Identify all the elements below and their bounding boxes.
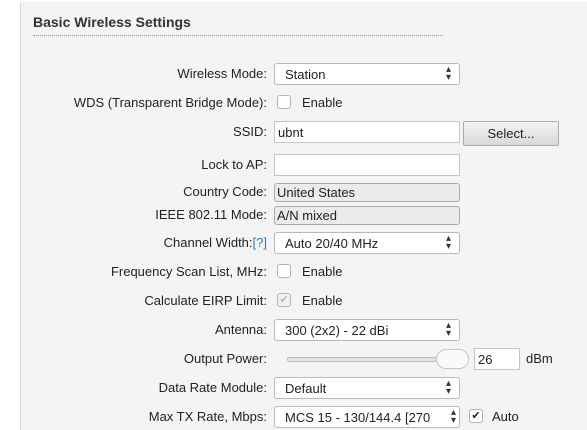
antenna-label: Antenna: [214, 322, 267, 337]
check-icon: ✔ [471, 409, 481, 422]
eirp-checkbox[interactable]: ✔ [277, 293, 291, 307]
antenna-select[interactable]: 300 (2x2) - 22 dBi ▴ ▾ [274, 319, 460, 341]
max-tx-rate-value: MCS 15 - 130/144.4 [270 [285, 410, 431, 425]
output-power-row: Output Power: 26 dBm [21, 348, 587, 370]
ieee-mode-label: IEEE 802.11 Mode: [155, 207, 267, 222]
max-tx-rate-label: Max TX Rate, Mbps: [148, 409, 267, 424]
output-power-slider-handle[interactable] [435, 349, 469, 369]
output-power-input[interactable]: 26 [474, 348, 520, 370]
antenna-row: Antenna: 300 (2x2) - 22 dBi ▴ ▾ [21, 319, 587, 341]
wds-enable-label: Enable [302, 95, 343, 110]
ssid-value: ubnt [278, 125, 304, 140]
channel-width-label-wrap: Channel Width:[?] [164, 235, 267, 250]
channel-width-row: Channel Width:[?] Auto 20/40 MHz ▴ ▾ [21, 232, 587, 254]
ssid-select-button[interactable]: Select... [463, 121, 559, 146]
data-rate-module-row: Data Rate Module: Default ▴ ▾ [21, 377, 587, 399]
channel-width-label: Channel Width: [163, 235, 253, 250]
max-tx-rate-select[interactable]: MCS 15 - 130/144.4 [270 ▴ ▾ [274, 406, 460, 428]
freq-scan-label: Frequency Scan List, MHz: [110, 264, 267, 279]
section-title: Basic Wireless Settings [33, 14, 443, 36]
channel-width-value: Auto 20/40 MHz [285, 236, 379, 251]
wds-label: WDS (Transparent Bridge Mode): [73, 95, 267, 110]
basic-wireless-panel: Basic Wireless Settings Wireless Mode: S… [20, 2, 587, 430]
updown-arrows-icon: ▴ ▾ [445, 64, 451, 83]
country-code-field: United States [274, 183, 460, 202]
eirp-enable-label: Enable [302, 293, 343, 308]
freq-scan-checkbox[interactable] [277, 264, 291, 278]
output-power-unit: dBm [526, 351, 553, 366]
max-tx-auto-label: Auto [492, 409, 519, 424]
lock-to-ap-label: Lock to AP: [201, 157, 267, 172]
output-power-label: Output Power: [183, 351, 267, 366]
antenna-value: 300 (2x2) - 22 dBi [285, 323, 389, 338]
eirp-label: Calculate EIRP Limit: [144, 293, 267, 308]
ieee-mode-value: A/N mixed [277, 208, 337, 223]
ieee-mode-row: IEEE 802.11 Mode: A/N mixed [21, 206, 587, 228]
data-rate-module-select[interactable]: Default ▴ ▾ [274, 377, 460, 399]
freq-scan-row: Frequency Scan List, MHz: Enable [21, 261, 587, 283]
wds-row: WDS (Transparent Bridge Mode): Enable [21, 92, 587, 114]
updown-arrows-icon: ▴ ▾ [445, 233, 451, 252]
wireless-mode-label: Wireless Mode: [177, 66, 267, 81]
wireless-mode-value: Station [285, 67, 326, 82]
ssid-label: SSID: [233, 124, 267, 139]
output-power-slider-track[interactable] [287, 357, 437, 362]
ssid-input[interactable]: ubnt [274, 121, 460, 143]
updown-arrows-icon: ▴ ▾ [450, 407, 456, 426]
check-icon: ✔ [279, 293, 289, 306]
updown-arrows-icon: ▴ ▾ [445, 320, 451, 339]
wireless-mode-row: Wireless Mode: Station ▴ ▾ [21, 63, 587, 85]
updown-arrows-icon: ▴ ▾ [445, 378, 451, 397]
ssid-row: SSID: ubnt Select... [21, 121, 587, 146]
channel-width-help-link[interactable]: [?] [253, 235, 267, 250]
wireless-mode-select[interactable]: Station ▴ ▾ [274, 63, 460, 85]
country-code-row: Country Code: United States [21, 183, 587, 205]
lock-to-ap-input[interactable] [274, 154, 460, 176]
data-rate-module-value: Default [285, 381, 327, 396]
country-code-label: Country Code: [183, 184, 267, 199]
wds-checkbox[interactable] [277, 95, 291, 109]
channel-width-select[interactable]: Auto 20/40 MHz ▴ ▾ [274, 232, 460, 254]
country-code-value: United States [277, 185, 356, 200]
eirp-row: Calculate EIRP Limit: ✔ Enable [21, 290, 587, 312]
max-tx-rate-row: Max TX Rate, Mbps: MCS 15 - 130/144.4 [2… [21, 406, 587, 428]
max-tx-auto-checkbox[interactable]: ✔ [469, 409, 483, 423]
freq-scan-enable-label: Enable [302, 264, 343, 279]
data-rate-module-label: Data Rate Module: [158, 380, 267, 395]
lock-to-ap-row: Lock to AP: [21, 154, 587, 176]
ieee-mode-field: A/N mixed [274, 206, 460, 225]
output-power-value: 26 [478, 352, 493, 367]
